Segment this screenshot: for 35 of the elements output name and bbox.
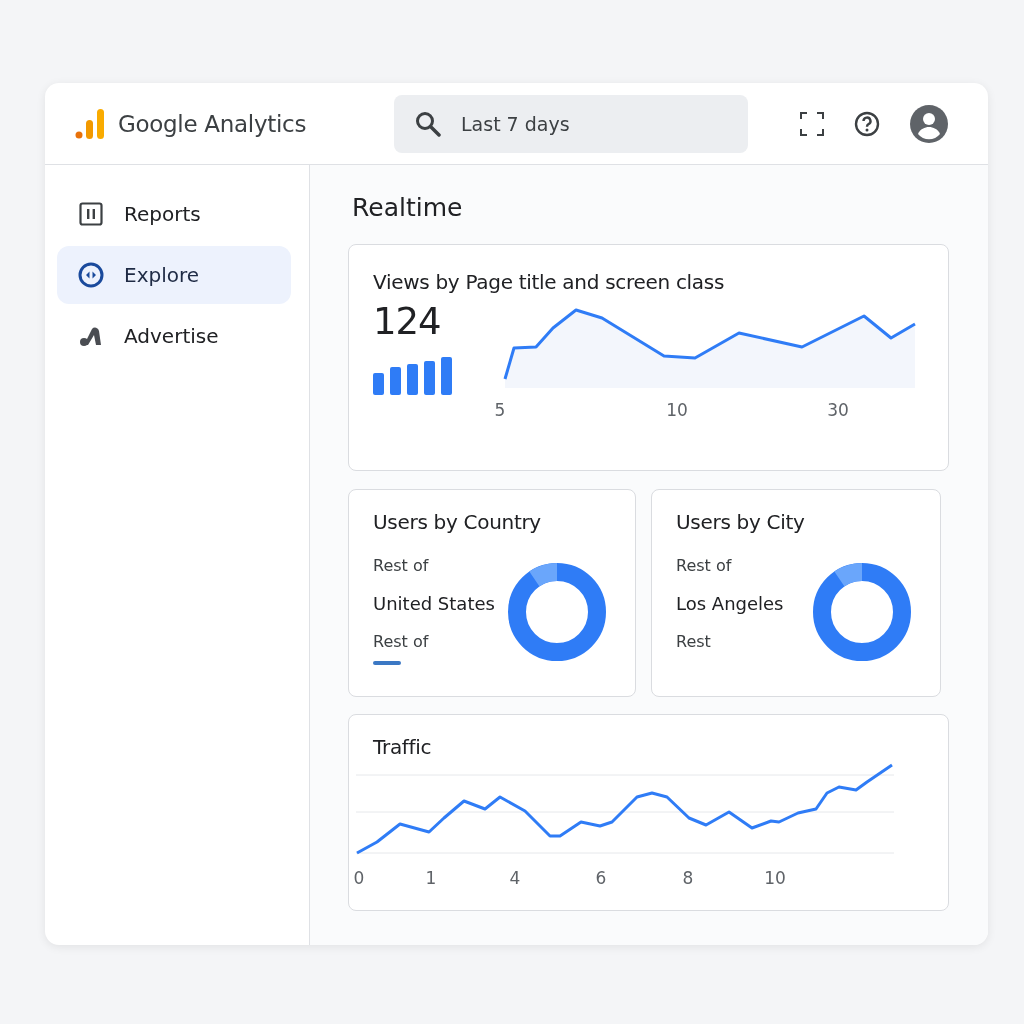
legend-label: Rest of [373, 556, 430, 575]
sidebar-item[interactable]: Reports [57, 185, 291, 243]
axis-tick-label: 10 [666, 400, 688, 420]
axis-tick-label: 30 [827, 400, 849, 420]
axis-tick-label: 0 [353, 868, 365, 888]
card-title: Views by Page title and screen class [373, 270, 726, 294]
sidebar-item[interactable]: Advertise [57, 307, 291, 365]
page-title: Realtime [352, 193, 464, 222]
axis-tick-label: 8 [682, 868, 694, 888]
axis-tick-label: 1 [425, 868, 437, 888]
report-icon [79, 202, 103, 226]
axis-tick-label: 5 [494, 400, 506, 420]
logo-icon [75, 107, 105, 140]
search-icon [415, 110, 441, 137]
card-title: Users by City [676, 510, 806, 534]
legend-label: Rest of [676, 556, 733, 575]
legend-swatch [373, 661, 401, 665]
advertise-icon [79, 325, 103, 347]
card-title: Users by Country [373, 510, 542, 534]
legend-value: Los Angeles [676, 593, 785, 614]
help-icon[interactable] [854, 110, 880, 137]
fullscreen-icon[interactable] [800, 111, 824, 136]
search-field[interactable]: Last 7 days [394, 94, 748, 153]
axis-tick-label: 6 [595, 868, 607, 888]
app-title: Google Analytics [118, 110, 307, 137]
axis-tick-label: 10 [764, 868, 786, 888]
legend-label: Rest of [373, 632, 430, 651]
axis-tick-label: 4 [509, 868, 521, 888]
card-title: Traffic [372, 735, 433, 759]
sidebar-item[interactable]: Explore [57, 246, 291, 304]
metric-value: 124 [373, 300, 442, 343]
legend-label: Rest [676, 632, 712, 651]
explore-icon [78, 262, 104, 288]
legend-value: United States [373, 593, 496, 614]
account-avatar-icon[interactable] [910, 104, 948, 143]
